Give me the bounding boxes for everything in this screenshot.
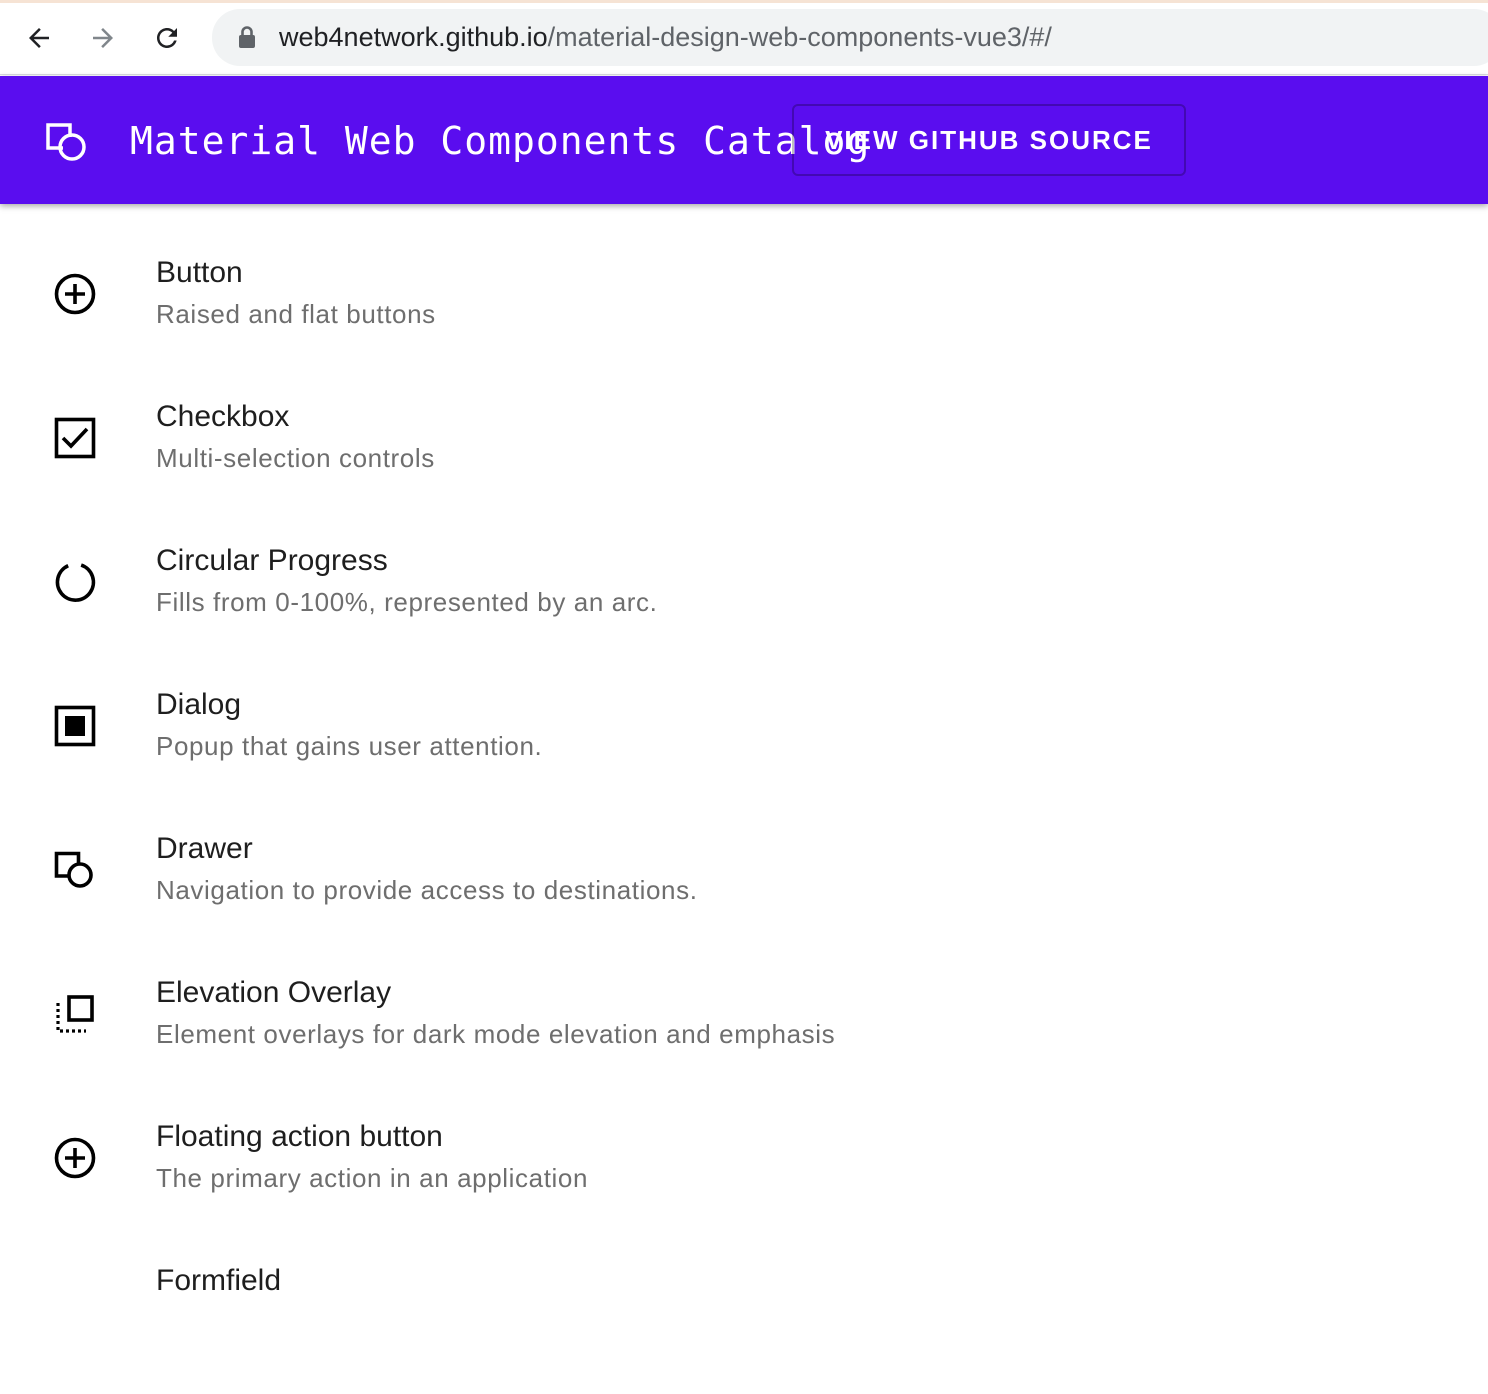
list-item-label: Floating action button — [156, 1120, 443, 1153]
list-item-label: Formfield — [156, 1264, 282, 1297]
square-circle-logo-icon — [46, 123, 86, 161]
list-item-label: Dialog — [156, 688, 242, 721]
checkbox-icon — [50, 413, 100, 463]
elevation-overlay-icon — [50, 989, 100, 1039]
drawer-icon — [50, 845, 100, 895]
list-item-description: Raised and flat buttons — [156, 299, 436, 329]
list-item-description: Popup that gains user attention. — [156, 731, 543, 761]
list-item-label: Drawer — [156, 832, 253, 865]
dialog-icon — [50, 701, 100, 751]
browser-toolbar: web4network.github.io/material-design-we… — [0, 0, 1488, 75]
forward-button[interactable] — [79, 14, 127, 62]
list-item-description: Navigation to provide access to destinat… — [156, 875, 698, 905]
list-item-label: Button — [156, 256, 243, 289]
list-item-circular-progress[interactable]: Circular Progress Fills from 0-100%, rep… — [0, 530, 1488, 674]
url-text: web4network.github.io/material-design-we… — [279, 21, 1052, 53]
reload-button[interactable] — [143, 14, 191, 62]
circular-progress-icon — [50, 557, 100, 607]
list-item-label: Checkbox — [156, 400, 290, 433]
fab-add-circle-icon — [50, 1133, 100, 1183]
list-item-label: Circular Progress — [156, 544, 388, 577]
view-github-source-button[interactable]: VIEW GITHUB SOURCE — [792, 104, 1186, 176]
tab-strip-edge — [0, 0, 1488, 3]
list-item-formfield[interactable]: Formfield — [0, 1250, 1488, 1394]
list-item-description: Element overlays for dark mode elevation… — [156, 1019, 836, 1049]
back-button[interactable] — [15, 14, 63, 62]
list-item-checkbox[interactable]: Checkbox Multi-selection controls — [0, 386, 1488, 530]
top-app-bar: Material Web Components Catalog VIEW GIT… — [0, 76, 1488, 204]
list-item-dialog[interactable]: Dialog Popup that gains user attention. — [0, 674, 1488, 818]
list-item-button[interactable]: Button Raised and flat buttons — [0, 242, 1488, 386]
arrow-right-icon — [93, 28, 113, 48]
url-path: /material-design-web-components-vue3/#/ — [547, 22, 1052, 52]
reload-icon — [157, 28, 177, 48]
list-item-description: Fills from 0-100%, represented by an arc… — [156, 587, 658, 617]
address-bar[interactable]: web4network.github.io/material-design-we… — [212, 9, 1488, 66]
list-item-drawer[interactable]: Drawer Navigation to provide access to d… — [0, 818, 1488, 962]
list-item-description: Multi-selection controls — [156, 443, 435, 473]
add-circle-icon — [50, 269, 100, 319]
arrow-left-icon — [29, 28, 49, 48]
url-host: web4network.github.io — [279, 22, 548, 52]
list-item-floating-action-button[interactable]: Floating action button The primary actio… — [0, 1106, 1488, 1250]
list-item-elevation-overlay[interactable]: Elevation Overlay Element overlays for d… — [0, 962, 1488, 1106]
list-item-label: Elevation Overlay — [156, 976, 392, 1009]
list-item-description: The primary action in an application — [156, 1163, 589, 1193]
lock-icon — [239, 26, 255, 48]
app-title: Material Web Components Catalog — [130, 119, 871, 163]
